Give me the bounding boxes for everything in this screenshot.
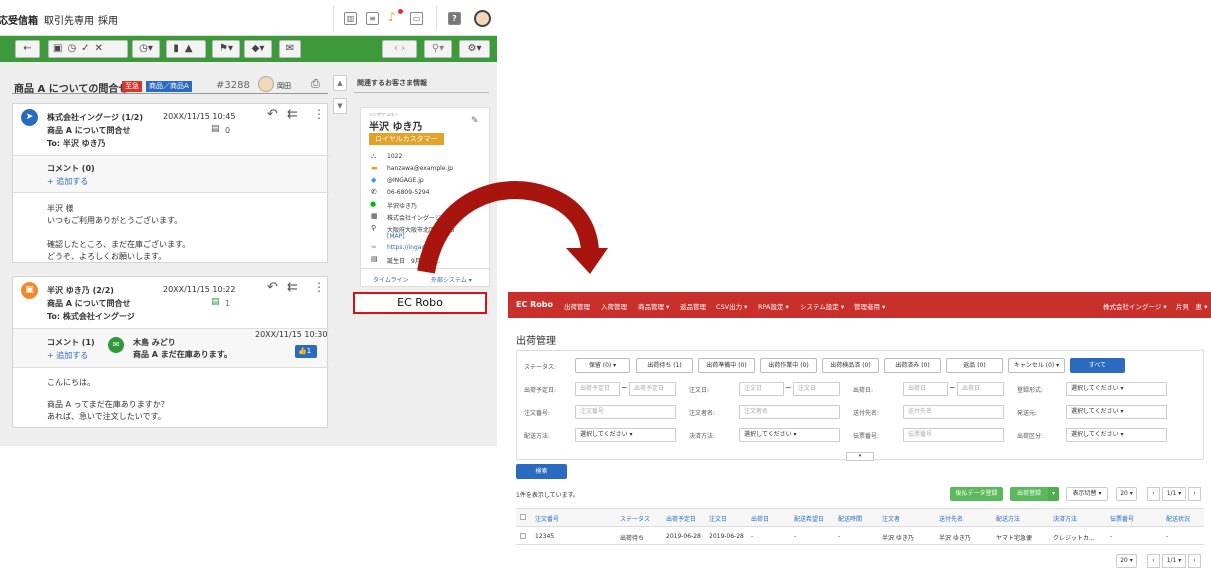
col-slip-no[interactable]: 伝票番号 bbox=[1110, 514, 1134, 523]
ship-date-label: 出荷日: bbox=[853, 387, 874, 394]
deferred-payment-button[interactable]: 後払データ登録 bbox=[950, 487, 1003, 501]
col-order-no[interactable]: 注文番号 bbox=[535, 514, 559, 523]
status-shipped-button[interactable]: 出荷済み (0) bbox=[884, 358, 941, 373]
delivery-select[interactable]: 選択してください ▾ bbox=[575, 428, 676, 442]
ship-date-from-input[interactable]: 出荷日 bbox=[903, 382, 948, 396]
col-delivery-method[interactable]: 配送方法 bbox=[996, 514, 1020, 523]
collapse-toggle-icon[interactable]: ▾ bbox=[846, 452, 874, 461]
status-preparing-button[interactable]: 出荷準備中 (0) bbox=[698, 358, 755, 373]
ship-register-dropdown-icon[interactable]: ▾ bbox=[1048, 487, 1059, 501]
payment-label: 決済方法: bbox=[689, 433, 716, 440]
range-separator: ~ bbox=[949, 383, 956, 392]
cell-delivery-time: - bbox=[838, 533, 841, 540]
brand-logo[interactable]: EC Robo bbox=[516, 300, 553, 309]
slip-label: 伝票番号: bbox=[853, 433, 880, 440]
row-checkbox[interactable] bbox=[520, 533, 526, 539]
col-dest[interactable]: 送付先名 bbox=[939, 514, 963, 523]
user-menu[interactable]: 片貝 恵 ▾ bbox=[1176, 301, 1207, 311]
per-page-select[interactable]: 20 ▾ bbox=[1116, 487, 1137, 501]
dest-label: 送付先名: bbox=[853, 410, 880, 417]
origin-label: 発送元: bbox=[1017, 410, 1038, 417]
ship-register-button[interactable]: 出荷登録 bbox=[1010, 487, 1048, 501]
nav-rpa[interactable]: RPA設定 ▾ bbox=[758, 301, 789, 311]
col-orderer[interactable]: 注文者 bbox=[882, 514, 900, 523]
payment-select[interactable]: 選択してください ▾ bbox=[739, 428, 840, 442]
range-separator: ~ bbox=[785, 383, 792, 392]
cell-ship-date: - bbox=[751, 533, 754, 540]
cell-ship-plan: 2019-06-28 bbox=[666, 533, 701, 540]
arrow-head bbox=[566, 248, 608, 274]
result-count: 1件を表示しています。 bbox=[516, 492, 580, 499]
company-menu[interactable]: 株式会社イングージ ▾ bbox=[1103, 301, 1167, 311]
order-date-from-input[interactable]: 注文日 bbox=[739, 382, 784, 396]
ship-plan-to-input[interactable]: 出荷予定日 bbox=[629, 382, 676, 396]
reg-type-label: 登録形式: bbox=[1017, 387, 1044, 394]
bottom-page-select[interactable]: 1/1 ▾ bbox=[1162, 554, 1186, 568]
bottom-prev-page-icon[interactable]: ‹ bbox=[1147, 554, 1160, 568]
status-returned-button[interactable]: 返品 (0) bbox=[946, 358, 1003, 373]
bottom-per-page-select[interactable]: 20 ▾ bbox=[1116, 554, 1137, 568]
cell-order-date: 2019-06-28 bbox=[709, 533, 744, 540]
col-payment-method[interactable]: 決済方法 bbox=[1053, 514, 1077, 523]
search-button[interactable]: 検索 bbox=[516, 464, 567, 479]
status-cancel-button[interactable]: キャンセル (0) ▾ bbox=[1008, 358, 1065, 373]
col-delivery-time[interactable]: 配送時間 bbox=[838, 514, 862, 523]
page-select[interactable]: 1/1 ▾ bbox=[1162, 487, 1186, 501]
cell-delivery-status: - bbox=[1166, 533, 1169, 540]
cell-order-no[interactable]: 12345 bbox=[535, 533, 554, 540]
ecrobo-header: EC Robo 出荷管理 入荷管理 商品管理 ▾ 返品管理 CSV出力 ▾ RP… bbox=[508, 292, 1211, 318]
status-working-button[interactable]: 出荷作業中 (0) bbox=[760, 358, 817, 373]
bottom-next-page-icon[interactable]: › bbox=[1188, 554, 1201, 568]
cell-payment-method: クレジットカ... bbox=[1053, 535, 1095, 542]
cell-orderer: 半沢 ゆき乃 bbox=[882, 535, 914, 542]
ship-type-label: 出荷区分: bbox=[1017, 433, 1044, 440]
nav-receiving[interactable]: 入荷管理 bbox=[601, 301, 627, 311]
nav-shipping[interactable]: 出荷管理 bbox=[564, 301, 590, 311]
status-hold-button[interactable]: 保留 (0) ▾ bbox=[575, 358, 630, 373]
nav-csv[interactable]: CSV出力 ▾ bbox=[716, 301, 747, 311]
view-toggle-button[interactable]: 表示切替 ▾ bbox=[1066, 487, 1108, 501]
cell-dest: 半沢 ゆき乃 bbox=[939, 535, 971, 542]
cell-slip-no: - bbox=[1110, 533, 1113, 540]
origin-select[interactable]: 選択してください ▾ bbox=[1066, 405, 1167, 419]
order-no-label: 注文番号: bbox=[524, 410, 551, 417]
nav-system[interactable]: システム設定 ▾ bbox=[800, 301, 844, 311]
status-all-button[interactable]: すべて bbox=[1070, 358, 1125, 373]
ecrobo-app: EC Robo 出荷管理 入荷管理 商品管理 ▾ 返品管理 CSV出力 ▾ RP… bbox=[508, 288, 1211, 582]
range-separator: ~ bbox=[621, 383, 628, 392]
col-desired-date[interactable]: 配送希望日 bbox=[794, 514, 824, 523]
orderer-label: 注文者名: bbox=[689, 410, 716, 417]
order-date-to-input[interactable]: 注文日 bbox=[793, 382, 840, 396]
ship-plan-label: 出荷予定日: bbox=[524, 387, 557, 394]
col-ship-date[interactable]: 出荷日 bbox=[751, 514, 769, 523]
ship-plan-from-input[interactable]: 出荷予定日 bbox=[575, 382, 620, 396]
col-ship-plan[interactable]: 出荷予定日 bbox=[666, 514, 696, 523]
ship-type-select[interactable]: 選択してください ▾ bbox=[1066, 428, 1167, 442]
slip-input[interactable]: 伝票番号 bbox=[903, 428, 1004, 442]
delivery-label: 配送方法: bbox=[524, 433, 551, 440]
order-date-label: 注文日: bbox=[689, 387, 710, 394]
nav-returns[interactable]: 返品管理 bbox=[680, 301, 706, 311]
col-order-date[interactable]: 注文日 bbox=[709, 514, 727, 523]
status-inspected-button[interactable]: 出荷検品済 (0) bbox=[822, 358, 879, 373]
col-status[interactable]: ステータス bbox=[620, 514, 650, 523]
orderer-input[interactable]: 注文者名 bbox=[739, 405, 840, 419]
reg-type-select[interactable]: 選択してください ▾ bbox=[1066, 382, 1167, 396]
cell-desired-date: - bbox=[794, 533, 797, 540]
nav-products[interactable]: 商品管理 ▾ bbox=[638, 301, 669, 311]
prev-page-icon[interactable]: ‹ bbox=[1147, 487, 1160, 501]
arrow-path bbox=[417, 181, 599, 274]
dest-input[interactable]: 送付先名 bbox=[903, 405, 1004, 419]
ship-date-to-input[interactable]: 出荷日 bbox=[957, 382, 1004, 396]
col-delivery-status[interactable]: 配送状況 bbox=[1166, 514, 1190, 523]
nav-admin[interactable]: 管理者用 ▾ bbox=[854, 301, 885, 311]
cell-status: 出荷待ち bbox=[620, 535, 645, 542]
status-waiting-button[interactable]: 出荷待ち (1) bbox=[636, 358, 693, 373]
next-page-icon[interactable]: › bbox=[1188, 487, 1201, 501]
status-label: ステータス: bbox=[524, 364, 557, 371]
select-all-checkbox[interactable] bbox=[520, 514, 526, 520]
order-no-input[interactable]: 注文番号 bbox=[575, 405, 676, 419]
page-title: 出荷管理 bbox=[516, 336, 556, 347]
cell-delivery-method: ヤマト宅急便 bbox=[996, 535, 1033, 542]
